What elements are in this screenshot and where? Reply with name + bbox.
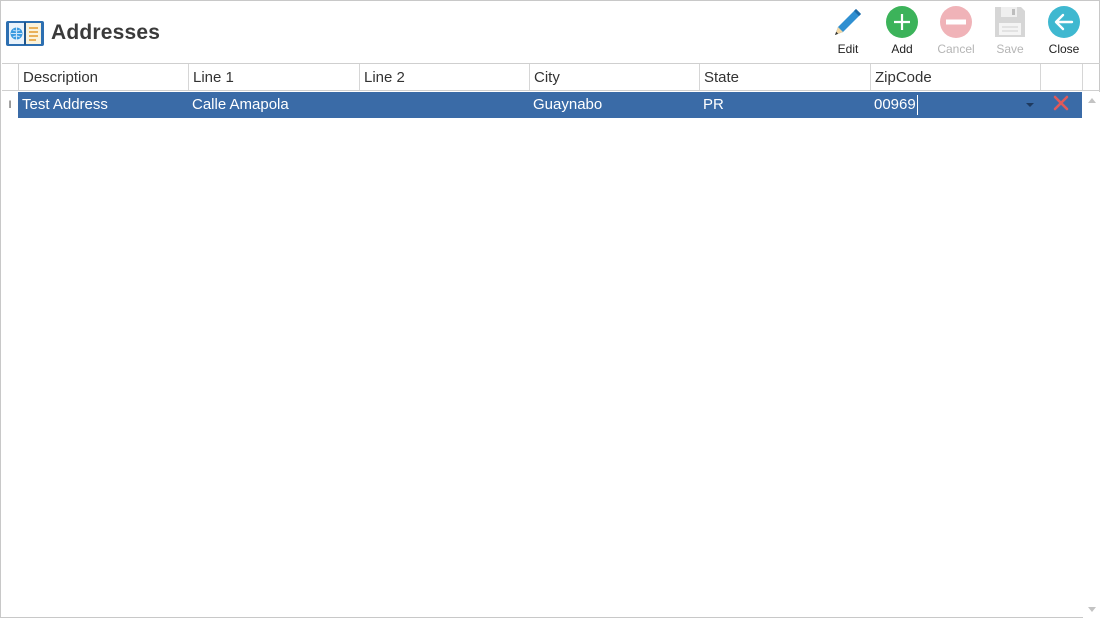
chevron-down-icon[interactable]: [1026, 103, 1034, 107]
row-selector-header: [2, 64, 19, 90]
delete-row-button[interactable]: [1040, 92, 1082, 118]
title-area: Addresses: [5, 15, 160, 51]
cell-line1[interactable]: Calle Amapola: [188, 92, 359, 118]
delete-x-icon: [1053, 95, 1069, 116]
zipcode-editor[interactable]: 00969: [870, 92, 1040, 118]
cell-state[interactable]: PR: [699, 92, 870, 118]
page-title: Addresses: [51, 21, 161, 44]
edit-button[interactable]: Edit: [821, 5, 875, 59]
grid-header-row: Description Line 1 Line 2 City State Zip…: [2, 64, 1100, 91]
column-header-city[interactable]: City: [530, 64, 700, 90]
text-caret: [916, 95, 918, 115]
cell-line2[interactable]: [359, 92, 529, 118]
scroll-down-icon[interactable]: [1088, 607, 1096, 612]
pencil-icon: [831, 5, 865, 39]
add-button[interactable]: Add: [875, 5, 929, 59]
addresses-grid: Description Line 1 Line 2 City State Zip…: [2, 63, 1100, 618]
save-button[interactable]: Save: [983, 5, 1037, 59]
minus-circle-icon: [939, 5, 973, 39]
column-header-state[interactable]: State: [700, 64, 871, 90]
save-label: Save: [996, 42, 1024, 56]
text-cursor-icon[interactable]: I: [2, 92, 18, 118]
address-book-icon: [5, 18, 45, 48]
floppy-disk-icon: [993, 5, 1027, 39]
vertical-scrollbar[interactable]: [1083, 92, 1100, 618]
table-row[interactable]: I Test Address Calle Amapola Guaynabo PR…: [2, 92, 1082, 118]
cancel-button[interactable]: Cancel: [929, 5, 983, 59]
plus-circle-icon: [885, 5, 919, 39]
close-label: Close: [1048, 42, 1080, 56]
selected-row-cells: Test Address Calle Amapola Guaynabo PR 0…: [18, 92, 1082, 118]
back-arrow-icon: [1047, 5, 1081, 39]
zipcode-value: 00969: [874, 96, 916, 113]
cell-city[interactable]: Guaynabo: [529, 92, 699, 118]
toolbar: Edit Add Cancel Save Close: [821, 5, 1091, 59]
cancel-label: Cancel: [937, 42, 975, 56]
close-button[interactable]: Close: [1037, 5, 1091, 59]
column-header-description[interactable]: Description: [19, 64, 189, 90]
add-label: Add: [891, 42, 913, 56]
cell-description[interactable]: Test Address: [18, 92, 188, 118]
addresses-window: Addresses Edit Add Cancel Save Close Des…: [0, 0, 1100, 618]
scroll-up-icon[interactable]: [1088, 98, 1096, 103]
column-header-line2[interactable]: Line 2: [360, 64, 530, 90]
column-header-actions: [1041, 64, 1083, 90]
edit-label: Edit: [837, 42, 859, 56]
column-header-zipcode[interactable]: ZipCode: [871, 64, 1041, 90]
column-header-line1[interactable]: Line 1: [189, 64, 360, 90]
